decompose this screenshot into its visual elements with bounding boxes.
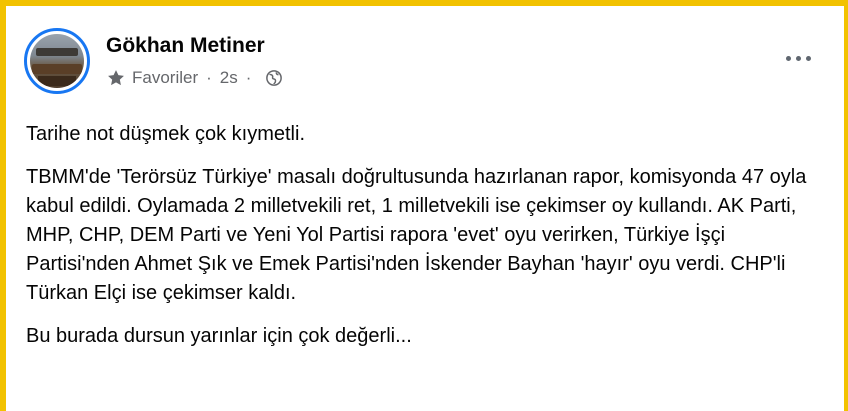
more-options-button[interactable] — [780, 46, 816, 70]
post-paragraph: TBMM'de 'Terörsüz Türkiye' masalı doğrul… — [26, 166, 807, 304]
meta-separator: · — [206, 68, 212, 87]
audience-label[interactable]: Favoriler — [132, 68, 198, 88]
post-time[interactable]: 2s — [220, 68, 238, 88]
post-card: Gökhan Metiner Favoriler · 2s · Tarihe n… — [6, 6, 844, 411]
post-frame: Gökhan Metiner Favoriler · 2s · Tarihe n… — [0, 0, 848, 411]
more-options-icon — [785, 55, 791, 61]
post-paragraph: Tarihe not düşmek çok kıymetli. — [26, 123, 305, 145]
author-name[interactable]: Gökhan Metiner — [106, 34, 265, 58]
author-avatar[interactable] — [24, 28, 90, 94]
post-paragraph: Bu burada dursun yarınlar için çok değer… — [26, 325, 412, 347]
post-meta: Favoriler · 2s · — [106, 68, 283, 88]
meta-separator-2: · — [245, 68, 252, 87]
avatar-photo — [30, 34, 84, 88]
star-icon — [108, 70, 124, 86]
globe-icon[interactable] — [265, 69, 283, 87]
post-body: Tarihe not düşmek çok kıymetli. TBMM'de … — [26, 120, 831, 365]
